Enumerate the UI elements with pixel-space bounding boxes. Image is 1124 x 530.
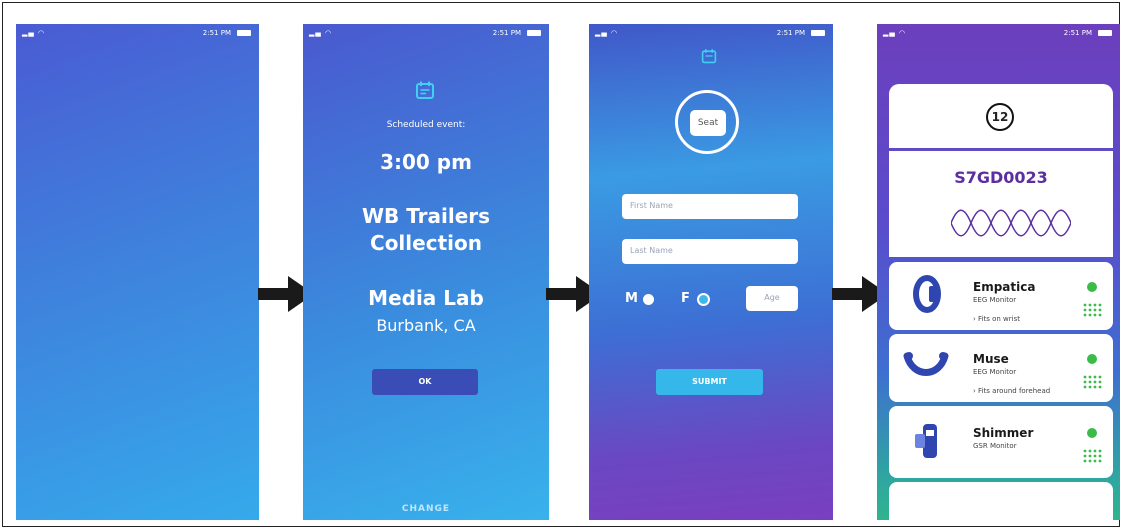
device-note: › Fits around forehead — [973, 387, 1051, 395]
signal-icon: ▂▄ ◠ — [22, 29, 46, 37]
status-dot-icon — [1087, 282, 1097, 292]
signal-grid-icon — [1083, 375, 1102, 389]
signal-grid-icon — [1083, 449, 1102, 463]
event-title-line1: WB Trailers — [361, 204, 491, 228]
change-link[interactable]: CHANGE — [303, 504, 549, 514]
device-card-partial — [889, 482, 1113, 520]
device-name: Shimmer — [973, 426, 1034, 440]
status-time: 2:51 PM — [202, 29, 231, 37]
status-time: 2:51 PM — [776, 29, 805, 37]
gender-m-label: M — [625, 291, 638, 306]
device-card-muse[interactable]: Muse EEG Monitor › Fits around forehead — [889, 334, 1113, 402]
session-id: S7GD0023 — [954, 168, 1048, 187]
battery-icon — [1098, 30, 1112, 36]
event-time: 3:00 pm — [380, 150, 472, 174]
battery-icon — [237, 30, 251, 36]
signal-icon: ▂▄ ◠ — [595, 29, 619, 37]
last-name-field[interactable]: Last Name — [622, 239, 798, 264]
signal-icon: ▂▄ ◠ — [309, 29, 333, 37]
submit-button[interactable]: SUBMIT — [656, 369, 763, 395]
device-type: EEG Monitor — [973, 368, 1017, 376]
session-card: S7GD0023 — [889, 151, 1113, 257]
device-name: Empatica — [973, 280, 1036, 294]
first-name-field[interactable]: First Name — [622, 194, 798, 219]
calendar-icon — [701, 49, 717, 64]
signal-wave-icon — [951, 209, 1071, 237]
screen-devices: ▂▄ ◠ 2:51 PM 12 S7GD0023 Empatica EEG Mo… — [877, 24, 1120, 520]
signal-grid-icon — [1083, 303, 1102, 317]
status-dot-icon — [1087, 428, 1097, 438]
seat-number-badge: 12 — [986, 103, 1014, 131]
calendar-icon — [416, 81, 434, 99]
screen-splash: ▂▄ ◠ 2:51 PM — [16, 24, 259, 520]
seat-header-card: 12 — [889, 84, 1113, 148]
sensor-strap-icon — [915, 424, 937, 458]
signal-icon: ▂▄ ◠ — [883, 29, 907, 37]
status-bar: ▂▄ ◠ 2:51 PM — [16, 24, 259, 42]
battery-icon — [811, 30, 825, 36]
wristband-icon — [913, 275, 941, 313]
seat-button[interactable]: Seat — [690, 110, 726, 136]
event-title-line2: Collection — [370, 231, 482, 255]
status-dot-icon — [1087, 354, 1097, 364]
device-type: GSR Monitor — [973, 442, 1017, 450]
status-time: 2:51 PM — [1063, 29, 1092, 37]
gender-f-label: F — [681, 291, 690, 306]
age-field[interactable]: Age — [746, 286, 798, 311]
device-card-empatica[interactable]: Empatica EEG Monitor › Fits on wrist — [889, 262, 1113, 330]
event-venue: Media Lab — [368, 286, 484, 310]
screen-scheduled-event: ▂▄ ◠ 2:51 PM Scheduled event: 3:00 pm WB… — [303, 24, 549, 520]
gender-f-radio[interactable] — [697, 293, 710, 306]
device-type: EEG Monitor — [973, 296, 1017, 304]
device-card-shimmer[interactable]: Shimmer GSR Monitor — [889, 406, 1113, 478]
event-city: Burbank, CA — [376, 316, 476, 335]
status-bar: ▂▄ ◠ 2:51 PM — [877, 24, 1120, 42]
screen-registration: ▂▄ ◠ 2:51 PM Seat First Name Last Name M… — [589, 24, 833, 520]
ok-button[interactable]: OK — [372, 369, 478, 395]
status-bar: ▂▄ ◠ 2:51 PM — [589, 24, 833, 42]
status-bar: ▂▄ ◠ 2:51 PM — [303, 24, 549, 42]
battery-icon — [527, 30, 541, 36]
headband-icon — [903, 352, 949, 376]
device-name: Muse — [973, 352, 1009, 366]
gender-m-radio[interactable] — [643, 294, 654, 305]
scheduled-label: Scheduled event: — [386, 120, 466, 130]
device-note: › Fits on wrist — [973, 315, 1020, 323]
status-time: 2:51 PM — [492, 29, 521, 37]
